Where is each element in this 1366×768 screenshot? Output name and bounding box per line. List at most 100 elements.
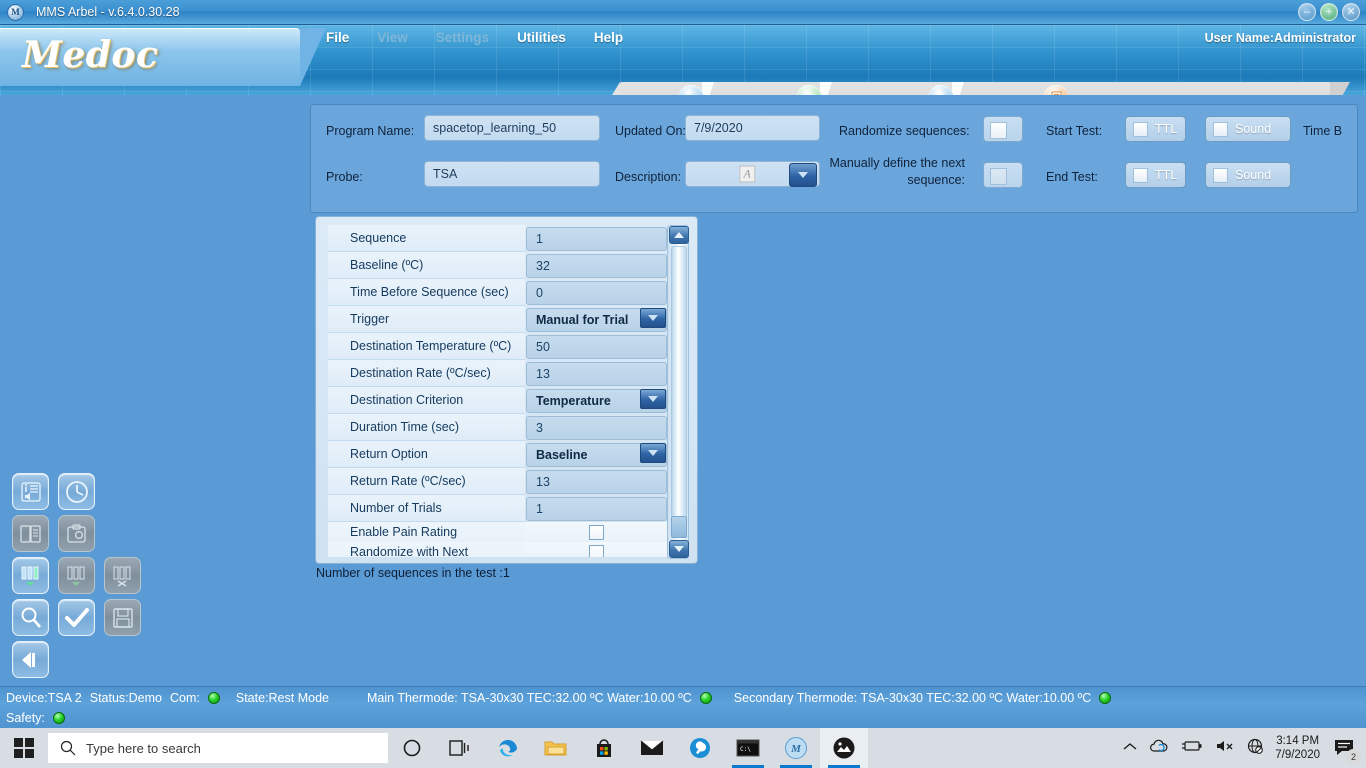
medoc-app-icon[interactable]: M <box>772 728 820 768</box>
destination-criterion-dropdown-button[interactable] <box>640 389 666 409</box>
svg-text:M: M <box>790 743 802 755</box>
scroll-up-button[interactable] <box>669 226 689 244</box>
end-test-ttl-checkbox[interactable]: TTL <box>1125 162 1186 188</box>
start-test-sound-checkbox[interactable]: Sound <box>1205 116 1291 142</box>
enable-pain-rating-checkbox[interactable] <box>589 524 604 540</box>
safety-status-led <box>52 712 65 724</box>
end-test-label: End Test: <box>1046 170 1098 184</box>
insert-sequence-icon <box>58 557 95 594</box>
photos-icon[interactable] <box>820 728 868 768</box>
chevron-down-icon <box>674 546 684 552</box>
menu-item-help[interactable]: Help <box>594 30 623 45</box>
sound-checkbox-square <box>1213 167 1228 183</box>
window-title: MMS Arbel - v.6.4.0.30.28 <box>36 5 180 19</box>
tab-programs[interactable]: PROGRAMS <box>826 82 965 95</box>
add-sequence-icon[interactable] <box>12 557 49 594</box>
table-row[interactable]: Sequence 1 <box>328 225 668 252</box>
randomize-sequences-checkbox[interactable] <box>983 116 1023 142</box>
table-row[interactable]: Trigger Manual for Trial <box>328 306 668 333</box>
chevron-down-icon <box>648 315 658 321</box>
duration-time-input[interactable]: 3 <box>526 415 667 440</box>
paste-clipboard-icon <box>58 515 95 552</box>
row-value: 0 <box>525 279 668 306</box>
table-row[interactable]: Time Before Sequence (sec) 0 <box>328 279 668 306</box>
maximize-button[interactable]: + <box>1320 3 1338 21</box>
info-sound-icon[interactable] <box>12 473 49 510</box>
menu-bar: File View Settings Utilities Help <box>326 30 623 45</box>
status-line-primary: Device:TSA 2 Status:Demo Com: State:Rest… <box>6 691 1112 705</box>
sequence-input[interactable]: 1 <box>526 226 667 251</box>
copy-pages-icon <box>12 515 49 552</box>
volume-muted-icon[interactable] <box>1215 739 1235 758</box>
tab-results[interactable]: RESULTS <box>958 82 1073 95</box>
baseline-input[interactable]: 32 <box>526 253 667 278</box>
table-row[interactable]: Destination Temperature (ºC) 50 <box>328 333 668 360</box>
destination-temperature-input[interactable]: 50 <box>526 334 667 359</box>
return-rate-input[interactable]: 13 <box>526 469 667 494</box>
randomize-with-next-checkbox[interactable] <box>589 544 604 557</box>
sound-checkbox-square <box>1213 121 1228 137</box>
return-option-dropdown-button[interactable] <box>640 443 666 463</box>
command-prompt-icon[interactable]: C:\ <box>724 728 772 768</box>
save-disk-icon <box>104 599 141 636</box>
search-input[interactable]: Type here to search <box>48 733 388 763</box>
table-row[interactable]: Return Option Baseline <box>328 441 668 468</box>
table-row[interactable]: Destination Criterion Temperature <box>328 387 668 414</box>
table-row[interactable]: Baseline (ºC) 32 <box>328 252 668 279</box>
start-button[interactable] <box>0 728 48 768</box>
file-explorer-icon[interactable] <box>532 728 580 768</box>
notifications-icon[interactable]: 2 <box>1332 735 1361 764</box>
clock-icon[interactable] <box>58 473 95 510</box>
search-icon[interactable] <box>12 599 49 636</box>
manually-define-next-label: Manually define the next sequence: <box>829 156 965 187</box>
scroll-down-button[interactable] <box>669 540 689 558</box>
scrollbar-thumb[interactable] <box>671 246 687 518</box>
clock-date[interactable]: 3:14 PM 7/9/2020 <box>1275 734 1320 762</box>
start-test-ttl-checkbox[interactable]: TTL <box>1125 116 1186 142</box>
close-button[interactable]: ✕ <box>1342 3 1360 21</box>
confirm-check-icon[interactable] <box>58 599 95 636</box>
table-row[interactable]: Randomize with Next <box>328 542 668 557</box>
mail-icon[interactable] <box>628 728 676 768</box>
menu-item-utilities[interactable]: Utilities <box>517 30 566 45</box>
show-hidden-icons-icon[interactable] <box>1123 739 1137 757</box>
table-row[interactable]: Number of Trials 1 <box>328 495 668 522</box>
tab-patients[interactable]: PATIENTS <box>708 82 833 95</box>
probe-input[interactable]: TSA <box>424 161 600 187</box>
svg-text:C:\: C:\ <box>740 746 751 753</box>
menu-item-file[interactable]: File <box>326 30 349 45</box>
destination-rate-input[interactable]: 13 <box>526 361 667 386</box>
row-label: Destination Criterion <box>328 387 525 414</box>
manually-define-next-checkbox[interactable] <box>983 162 1023 188</box>
onedrive-icon[interactable] <box>1149 739 1169 758</box>
microsoft-store-icon[interactable] <box>580 728 628 768</box>
sequence-table-scrollbar[interactable] <box>667 225 689 559</box>
battery-icon[interactable] <box>1181 739 1203 757</box>
number-of-trials-input[interactable]: 1 <box>526 496 667 521</box>
status-safety-label: Safety: <box>6 711 45 725</box>
end-test-sound-checkbox[interactable]: Sound <box>1205 162 1291 188</box>
table-row[interactable]: Return Rate (ºC/sec) 13 <box>328 468 668 495</box>
table-row[interactable]: Enable Pain Rating <box>328 522 668 542</box>
task-view-icon[interactable] <box>436 728 484 768</box>
program-name-input[interactable]: spacetop_learning_50 <box>424 115 600 141</box>
network-disconnected-icon[interactable] <box>1247 738 1264 759</box>
logo-panel: Medoc <box>0 28 326 86</box>
table-row[interactable]: Destination Rate (ºC/sec) 13 <box>328 360 668 387</box>
time-before-sequence-input[interactable]: 0 <box>526 280 667 305</box>
row-label: Enable Pain Rating <box>328 522 525 542</box>
cortana-icon[interactable] <box>388 728 436 768</box>
table-row[interactable]: Duration Time (sec) 3 <box>328 414 668 441</box>
edge-browser-icon[interactable] <box>484 728 532 768</box>
chevron-down-icon <box>648 396 658 402</box>
trigger-dropdown-button[interactable] <box>640 308 666 328</box>
tab-test[interactable]: TEST <box>620 82 715 95</box>
back-arrow-icon[interactable] <box>12 641 49 678</box>
scrollbar-thumb-lower[interactable] <box>671 516 687 538</box>
row-label: Time Before Sequence (sec) <box>328 279 525 306</box>
system-tray: 3:14 PM 7/9/2020 2 <box>1123 728 1366 768</box>
search-icon <box>60 740 76 756</box>
minimize-button[interactable]: – <box>1298 3 1316 21</box>
tools-icon[interactable] <box>676 728 724 768</box>
description-input[interactable]: A <box>685 161 820 187</box>
